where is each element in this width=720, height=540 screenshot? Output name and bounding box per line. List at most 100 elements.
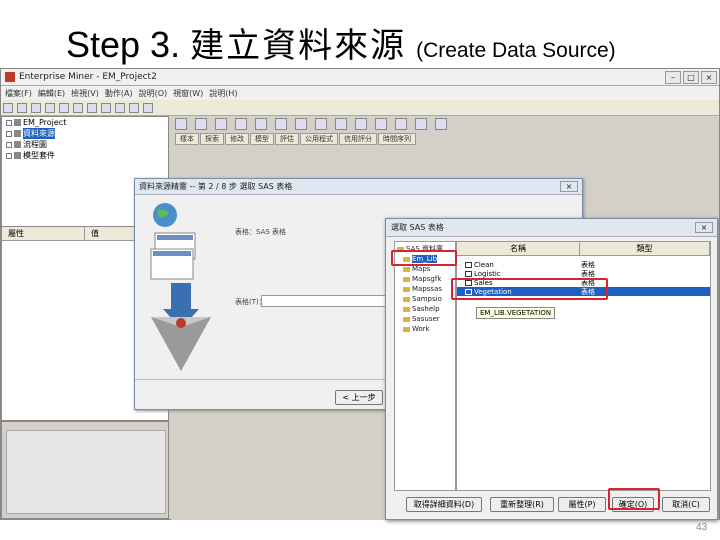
node-tool-icon[interactable] [255, 118, 267, 130]
tab-explore[interactable]: 探索 [200, 133, 224, 145]
node-tool-icon[interactable] [315, 118, 327, 130]
menu-file[interactable]: 檔案(F) [5, 88, 32, 99]
node-tool-icon[interactable] [435, 118, 447, 130]
title-english: (Create Data Source) [416, 39, 616, 62]
open-icon[interactable] [17, 102, 27, 113]
folder-icon [403, 266, 410, 272]
dialog-title: 選取 SAS 表格 [391, 223, 444, 232]
folder-icon [403, 276, 410, 282]
folder-icon [403, 316, 410, 322]
run-icon[interactable] [101, 102, 111, 113]
table-icon [465, 261, 472, 268]
type-column-header[interactable]: 類型 [580, 242, 710, 255]
node-tabs: 樣本 探索 修改 模型 評估 公用程式 信用評分 時間序列 [175, 133, 417, 145]
expand-icon[interactable] [6, 152, 12, 159]
expand-icon[interactable] [6, 141, 12, 148]
menu-actions[interactable]: 動作(A) [105, 88, 133, 99]
highlight-vegetation [451, 278, 608, 300]
cancel-button[interactable]: 取消(C) [662, 497, 710, 512]
tab-model[interactable]: 模型 [250, 133, 274, 145]
folder-icon [403, 326, 410, 332]
expand-icon[interactable] [6, 130, 12, 137]
node-tool-icon[interactable] [195, 118, 207, 130]
diagram-icon [14, 141, 21, 148]
library-item[interactable]: Mapsgfk [395, 274, 455, 284]
node-tool-icon[interactable] [375, 118, 387, 130]
tab-sample[interactable]: 樣本 [175, 133, 199, 145]
folder-icon [403, 296, 410, 302]
refresh-button[interactable]: 重新整理(R) [490, 497, 554, 512]
highlight-emlib [391, 250, 457, 266]
node-tool-icon[interactable] [395, 118, 407, 130]
table-icon [465, 270, 472, 277]
slide-title: Step 3. 建立資料來源 (Create Data Source) [66, 18, 616, 66]
name-column-header[interactable]: 名稱 [457, 242, 581, 255]
node-tool-icon[interactable] [215, 118, 227, 130]
tab-modify[interactable]: 修改 [225, 133, 249, 145]
help-icon[interactable] [143, 102, 153, 113]
node-tool-icon[interactable] [335, 118, 347, 130]
stop-icon[interactable] [115, 102, 125, 113]
details-button[interactable]: 取得詳細資料(D) [406, 497, 482, 512]
tab-credit-scoring[interactable]: 信用評分 [339, 133, 377, 145]
back-button[interactable]: < 上一步 [335, 390, 383, 405]
maximize-button[interactable]: □ [683, 70, 699, 84]
datasource-icon [14, 130, 21, 137]
project-icon [14, 119, 21, 126]
minimize-button[interactable]: – [665, 70, 681, 84]
expand-icon[interactable] [6, 119, 12, 126]
menu-window[interactable]: 視窗(W) [173, 88, 203, 99]
tree-item-datasource[interactable]: 資料來源 [2, 128, 168, 139]
window-title: Enterprise Miner - EM_Project2 [19, 72, 157, 82]
cut-icon[interactable] [45, 102, 55, 113]
results-icon[interactable] [129, 102, 139, 113]
dialog-footer: 取得詳細資料(D) 重新整理(R) 屬性(P) 確定(O) 取消(C) [386, 493, 719, 519]
folder-icon [403, 306, 410, 312]
properties-button[interactable]: 屬性(P) [558, 497, 606, 512]
library-item[interactable]: Work [395, 324, 455, 334]
help-panel [1, 421, 169, 519]
dialog-titlebar: 選取 SAS 表格 × [386, 219, 717, 237]
title-cjk: 建立資料來源 [190, 26, 407, 66]
tab-time-series[interactable]: 時間序列 [378, 133, 416, 145]
table-path-tooltip: EM_LIB.VEGETATION [476, 307, 556, 319]
wizard-illustration [150, 203, 211, 371]
menu-edit[interactable]: 編輯(E) [38, 88, 65, 99]
node-toolbar [175, 118, 451, 130]
wizard-title: 資料來源精靈 -- 第 2 / 8 步 選取 SAS 表格 [139, 182, 293, 191]
node-tool-icon[interactable] [415, 118, 427, 130]
wizard-titlebar: 資料來源精靈 -- 第 2 / 8 步 選取 SAS 表格 × [135, 179, 582, 195]
library-item[interactable]: Sashelp [395, 304, 455, 314]
dialog-close-button[interactable]: × [695, 222, 713, 233]
highlight-ok-button [608, 488, 660, 510]
property-column-header: 屬性 [2, 227, 85, 240]
node-tool-icon[interactable] [275, 118, 287, 130]
menu-view[interactable]: 檢視(V) [71, 88, 99, 99]
window-titlebar: Enterprise Miner - EM_Project2 – □ × [1, 69, 719, 86]
menu-options[interactable]: 說明(O) [139, 88, 168, 99]
wizard-close-button[interactable]: × [560, 181, 578, 192]
tree-item-diagram[interactable]: 流程圖 [2, 139, 168, 150]
node-tool-icon[interactable] [235, 118, 247, 130]
folder-icon [403, 286, 410, 292]
tree-item-model-package[interactable]: 模型套件 [2, 150, 168, 161]
table-name-input[interactable] [261, 295, 391, 307]
new-icon[interactable] [3, 102, 13, 113]
tree-item-project[interactable]: EM_Project [2, 117, 168, 128]
close-button[interactable]: × [701, 70, 717, 84]
delete-icon[interactable] [87, 102, 97, 113]
library-item[interactable]: Sampsio [395, 294, 455, 304]
library-item[interactable]: Mapssas [395, 284, 455, 294]
library-item[interactable]: Sasuser [395, 314, 455, 324]
node-tool-icon[interactable] [355, 118, 367, 130]
tab-utility[interactable]: 公用程式 [300, 133, 338, 145]
node-tool-icon[interactable] [295, 118, 307, 130]
page-number: 43 [696, 522, 708, 533]
save-icon[interactable] [31, 102, 41, 113]
node-tool-icon[interactable] [175, 118, 187, 130]
app-icon [5, 72, 15, 82]
menu-help[interactable]: 說明(H) [209, 88, 237, 99]
copy-icon[interactable] [59, 102, 69, 113]
tab-assess[interactable]: 評估 [275, 133, 299, 145]
paste-icon[interactable] [73, 102, 83, 113]
